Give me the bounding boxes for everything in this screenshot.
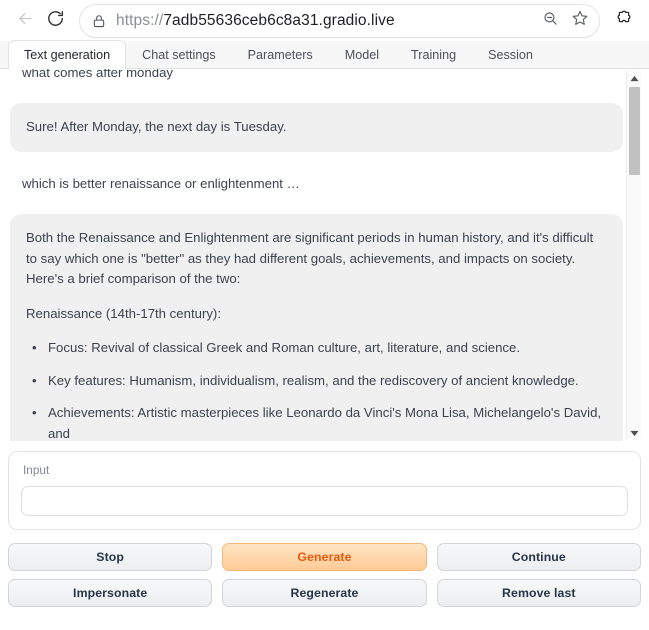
tab-label: Model — [345, 48, 379, 62]
list-item: Focus: Revival of classical Greek and Ro… — [44, 338, 607, 358]
tab-label: Text generation — [24, 48, 110, 62]
button-label: Regenerate — [291, 586, 359, 600]
message-text: Sure! After Monday, the next day is Tues… — [26, 117, 607, 137]
scrollbar-up-button[interactable] — [627, 71, 641, 84]
list-item: Key features: Humanism, individualism, r… — [44, 371, 607, 391]
message-text: what comes after monday — [22, 69, 173, 80]
regenerate-button[interactable]: Regenerate — [222, 579, 426, 607]
gradio-tab-bar: Text generation Chat settings Parameters… — [0, 41, 649, 69]
message-text: which is better renaissance or enlighten… — [22, 176, 300, 191]
chat-scrollbar[interactable] — [626, 71, 641, 439]
zoom-out-icon — [542, 10, 559, 32]
button-label: Continue — [512, 550, 566, 564]
star-icon — [571, 9, 589, 32]
chat-message-user: what comes after monday — [10, 69, 623, 89]
tab-chat-settings[interactable]: Chat settings — [126, 40, 232, 68]
input-textbox[interactable] — [21, 486, 628, 516]
button-label: Generate — [297, 550, 351, 564]
reload-icon — [46, 9, 65, 33]
chat-message-assistant: Sure! After Monday, the next day is Tues… — [10, 103, 623, 151]
tab-label: Training — [411, 48, 456, 62]
tab-text-generation[interactable]: Text generation — [8, 40, 126, 68]
action-button-grid: Stop Generate Continue Impersonate Regen… — [8, 543, 641, 607]
stop-button[interactable]: Stop — [8, 543, 212, 571]
continue-button[interactable]: Continue — [437, 543, 641, 571]
text-generation-panel: what comes after monday Sure! After Mond… — [0, 69, 649, 630]
tab-parameters[interactable]: Parameters — [232, 40, 329, 68]
url-scheme: https:// — [116, 12, 163, 29]
message-paragraph: Renaissance (14th-17th century): — [26, 304, 607, 324]
scrollbar-thumb[interactable] — [629, 87, 640, 175]
message-bullet-list: Focus: Revival of classical Greek and Ro… — [26, 338, 607, 441]
chat-message-assistant: Both the Renaissance and Enlightenment a… — [10, 214, 623, 441]
scroll-down-arrow-icon — [630, 424, 639, 442]
input-label: Input — [23, 463, 628, 477]
remove-last-button[interactable]: Remove last — [437, 579, 641, 607]
chat-scroll-area[interactable]: what comes after monday Sure! After Mond… — [8, 69, 625, 441]
browser-toolbar: https://7adb55636ceb6c8a31.gradio.live — [0, 0, 649, 41]
generate-button[interactable]: Generate — [222, 543, 426, 571]
tab-label: Chat settings — [142, 48, 216, 62]
url-text[interactable]: https://7adb55636ceb6c8a31.gradio.live — [116, 12, 535, 30]
url-host: 7adb55636ceb6c8a31.gradio.live — [163, 12, 394, 29]
reload-button[interactable] — [40, 6, 70, 36]
chat-message-list: what comes after monday Sure! After Mond… — [8, 69, 625, 441]
tab-label: Parameters — [248, 48, 313, 62]
tab-label: Session — [488, 48, 533, 62]
extensions-button[interactable] — [609, 6, 639, 36]
list-item: Achievements: Artistic masterpieces like… — [44, 403, 607, 441]
chat-display: what comes after monday Sure! After Mond… — [8, 69, 641, 441]
scroll-up-arrow-icon — [630, 69, 639, 87]
lock-icon — [92, 14, 106, 28]
input-panel: Input — [8, 451, 641, 530]
button-label: Impersonate — [73, 586, 147, 600]
tab-training[interactable]: Training — [395, 40, 472, 68]
button-label: Remove last — [502, 586, 576, 600]
tab-session[interactable]: Session — [472, 40, 549, 68]
zoom-out-button[interactable] — [535, 6, 565, 36]
scrollbar-down-button[interactable] — [627, 426, 641, 439]
impersonate-button[interactable]: Impersonate — [8, 579, 212, 607]
back-button[interactable] — [10, 6, 40, 36]
tab-model[interactable]: Model — [329, 40, 395, 68]
bookmark-button[interactable] — [565, 6, 595, 36]
puzzle-piece-icon — [615, 9, 634, 33]
address-bar[interactable]: https://7adb55636ceb6c8a31.gradio.live — [80, 5, 599, 37]
button-label: Stop — [96, 550, 124, 564]
chat-message-user: which is better renaissance or enlighten… — [10, 168, 623, 200]
message-paragraph: Both the Renaissance and Enlightenment a… — [26, 228, 607, 289]
back-arrow-icon — [16, 9, 35, 33]
